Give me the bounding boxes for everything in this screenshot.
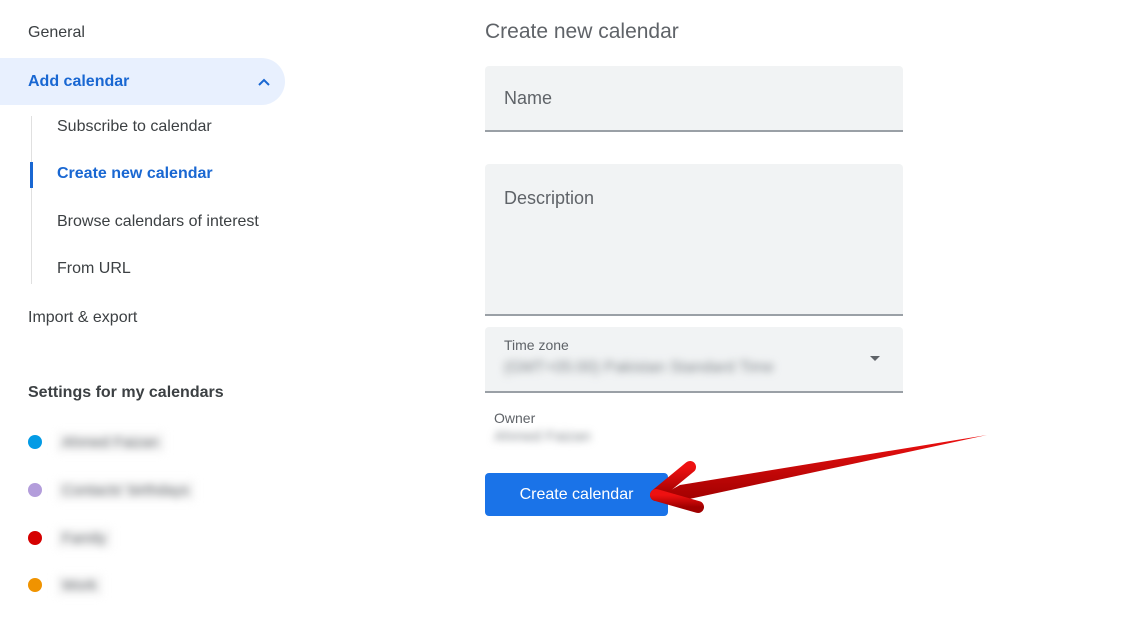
calendar-item[interactable]: Family bbox=[28, 526, 113, 550]
calendar-name: Ahmed Faizan bbox=[56, 431, 165, 453]
sidebar-subitem-create-new[interactable]: Create new calendar bbox=[57, 165, 213, 183]
page-title: Create new calendar bbox=[485, 20, 679, 43]
name-input[interactable]: Name bbox=[485, 66, 903, 132]
name-placeholder: Name bbox=[504, 88, 553, 108]
sidebar-item-general[interactable]: General bbox=[28, 10, 85, 56]
add-calendar-label: Add calendar bbox=[28, 72, 130, 90]
calendar-item[interactable]: Ahmed Faizan bbox=[28, 430, 165, 454]
owner-label: Owner bbox=[494, 410, 536, 426]
description-input[interactable]: Description bbox=[485, 164, 903, 316]
calendar-name: Work bbox=[56, 574, 103, 596]
calendar-name: Family bbox=[56, 527, 113, 549]
sidebar-subitem-from-url[interactable]: From URL bbox=[57, 260, 131, 278]
dropdown-arrow-icon[interactable] bbox=[870, 356, 880, 361]
sidebar-subitem-browse[interactable]: Browse calendars of interest bbox=[57, 213, 259, 231]
calendar-item[interactable]: Work bbox=[28, 573, 103, 597]
timezone-value: (GMT+05:00) Pakistan Standard Time bbox=[504, 359, 774, 376]
calendar-color-dot bbox=[28, 578, 42, 592]
timezone-label: Time zone bbox=[504, 337, 569, 353]
description-placeholder: Description bbox=[504, 188, 595, 208]
calendar-color-dot bbox=[28, 483, 42, 497]
owner-value: Ahmed Faizan bbox=[494, 428, 591, 445]
settings-section-heading: Settings for my calendars bbox=[28, 384, 224, 401]
annotation-arrow-icon bbox=[650, 435, 987, 513]
sidebar-subitem-subscribe[interactable]: Subscribe to calendar bbox=[57, 118, 212, 136]
calendar-color-dot bbox=[28, 435, 42, 449]
timezone-select[interactable]: Time zone (GMT+05:00) Pakistan Standard … bbox=[485, 327, 903, 393]
calendar-item[interactable]: Contacts' birthdays bbox=[28, 478, 196, 502]
calendar-name: Contacts' birthdays bbox=[56, 479, 196, 501]
calendar-color-dot bbox=[28, 531, 42, 545]
submenu-guide-line bbox=[31, 116, 32, 284]
chevron-up-icon[interactable] bbox=[256, 74, 272, 90]
sidebar-item-add-calendar[interactable]: Add calendar bbox=[0, 58, 285, 105]
active-indicator bbox=[30, 162, 33, 188]
sidebar-item-import-export[interactable]: Import & export bbox=[28, 295, 137, 341]
